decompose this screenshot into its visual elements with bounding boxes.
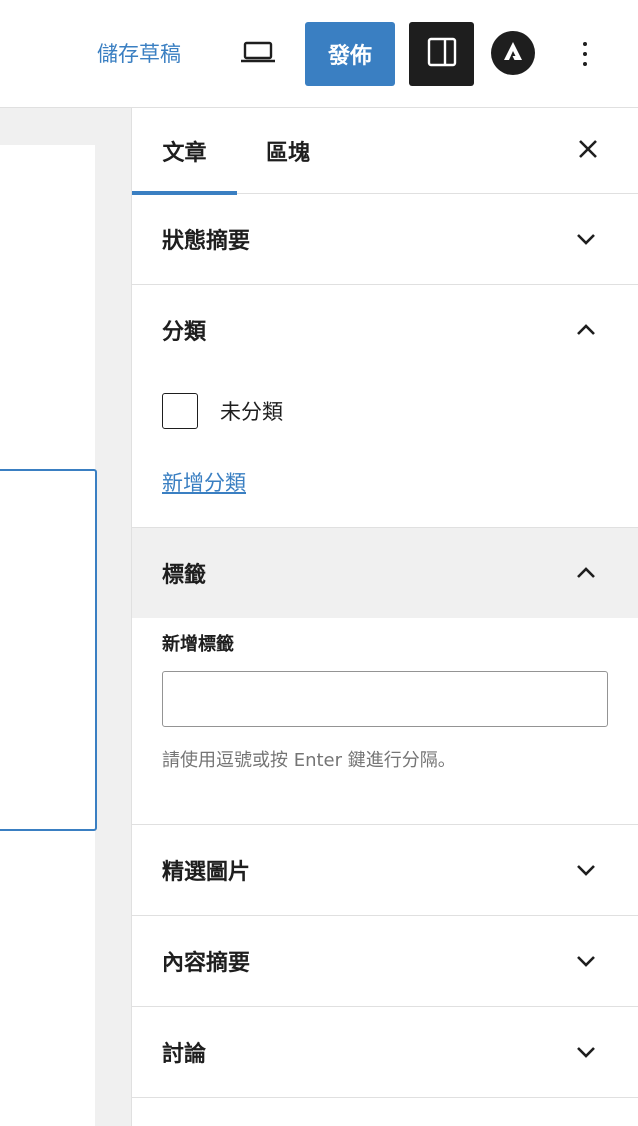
panel-tags-toggle[interactable]: 標籤 — [132, 528, 638, 618]
tags-body: 新增標籤 請使用逗號或按 Enter 鍵進行分隔。 — [132, 618, 638, 824]
more-vertical-icon-dot — [583, 52, 587, 56]
laptop-icon — [240, 40, 276, 68]
close-sidebar-button[interactable] — [570, 133, 606, 169]
panel-discussion: 討論 — [132, 1007, 638, 1098]
chevron-down-icon — [572, 856, 600, 884]
add-tag-label: 新增標籤 — [162, 634, 234, 655]
panel-status-toggle[interactable]: 狀態摘要 — [132, 194, 638, 284]
panel-title: 內容摘要 — [162, 951, 251, 976]
settings-sidebar: 文章 區塊 狀態摘要 分類 未分類 新增分類 標籤 新增標籤 請使用逗號或按 E… — [131, 108, 638, 1126]
editor-app: 儲存草稿 發佈 文章 區塊 狀態摘要 分類 未分類 新增分類 標籤 新增標籤 請… — [0, 0, 638, 1126]
close-icon — [577, 138, 599, 164]
panel-discussion-toggle[interactable]: 討論 — [132, 1007, 638, 1097]
panel-title: 狀態摘要 — [162, 229, 251, 254]
publish-button[interactable]: 發佈 — [305, 22, 395, 86]
astra-logo-icon — [501, 39, 525, 67]
chevron-up-icon — [572, 316, 600, 344]
editor-header: 儲存草稿 發佈 — [0, 0, 638, 108]
chevron-up-icon — [572, 559, 600, 587]
tab-post[interactable]: 文章 — [132, 108, 237, 195]
panel-categories: 分類 未分類 新增分類 — [132, 285, 638, 528]
add-category-link[interactable]: 新增分類 — [162, 467, 246, 497]
panel-excerpt: 內容摘要 — [132, 916, 638, 1007]
panel-excerpt-toggle[interactable]: 內容摘要 — [132, 916, 638, 1006]
sidebar-tabs: 文章 區塊 — [132, 108, 638, 195]
chevron-down-icon — [572, 947, 600, 975]
settings-toggle-button[interactable] — [409, 22, 474, 86]
tab-block[interactable]: 區塊 — [266, 108, 310, 194]
panel-title: 討論 — [162, 1042, 207, 1067]
category-checkbox[interactable] — [162, 393, 198, 429]
preview-button[interactable] — [236, 34, 280, 74]
sidebar-toggle-icon — [426, 36, 458, 72]
categories-body: 未分類 新增分類 — [132, 375, 638, 527]
selected-block[interactable] — [0, 469, 97, 831]
panel-title: 分類 — [162, 320, 207, 345]
save-draft-button[interactable]: 儲存草稿 — [97, 40, 181, 68]
panel-title: 標籤 — [162, 563, 207, 588]
tag-help-text: 請使用逗號或按 Enter 鍵進行分隔。 — [162, 750, 456, 771]
more-options-button[interactable] — [568, 34, 602, 74]
panel-title: 精選圖片 — [162, 860, 251, 885]
panel-featured-image: 精選圖片 — [132, 825, 638, 916]
panel-categories-toggle[interactable]: 分類 — [132, 285, 638, 375]
add-tag-input[interactable] — [162, 671, 608, 727]
more-vertical-icon — [583, 42, 587, 46]
astra-settings-button[interactable] — [491, 31, 535, 75]
more-vertical-icon-dot — [583, 62, 587, 66]
chevron-down-icon — [572, 1038, 600, 1066]
editor-canvas — [0, 108, 131, 1126]
panel-status: 狀態摘要 — [132, 194, 638, 285]
panel-featured-image-toggle[interactable]: 精選圖片 — [132, 825, 638, 915]
category-item: 未分類 — [162, 393, 283, 429]
chevron-down-icon — [572, 225, 600, 253]
panel-tags: 標籤 新增標籤 請使用逗號或按 Enter 鍵進行分隔。 — [132, 528, 638, 825]
category-label: 未分類 — [220, 400, 283, 424]
